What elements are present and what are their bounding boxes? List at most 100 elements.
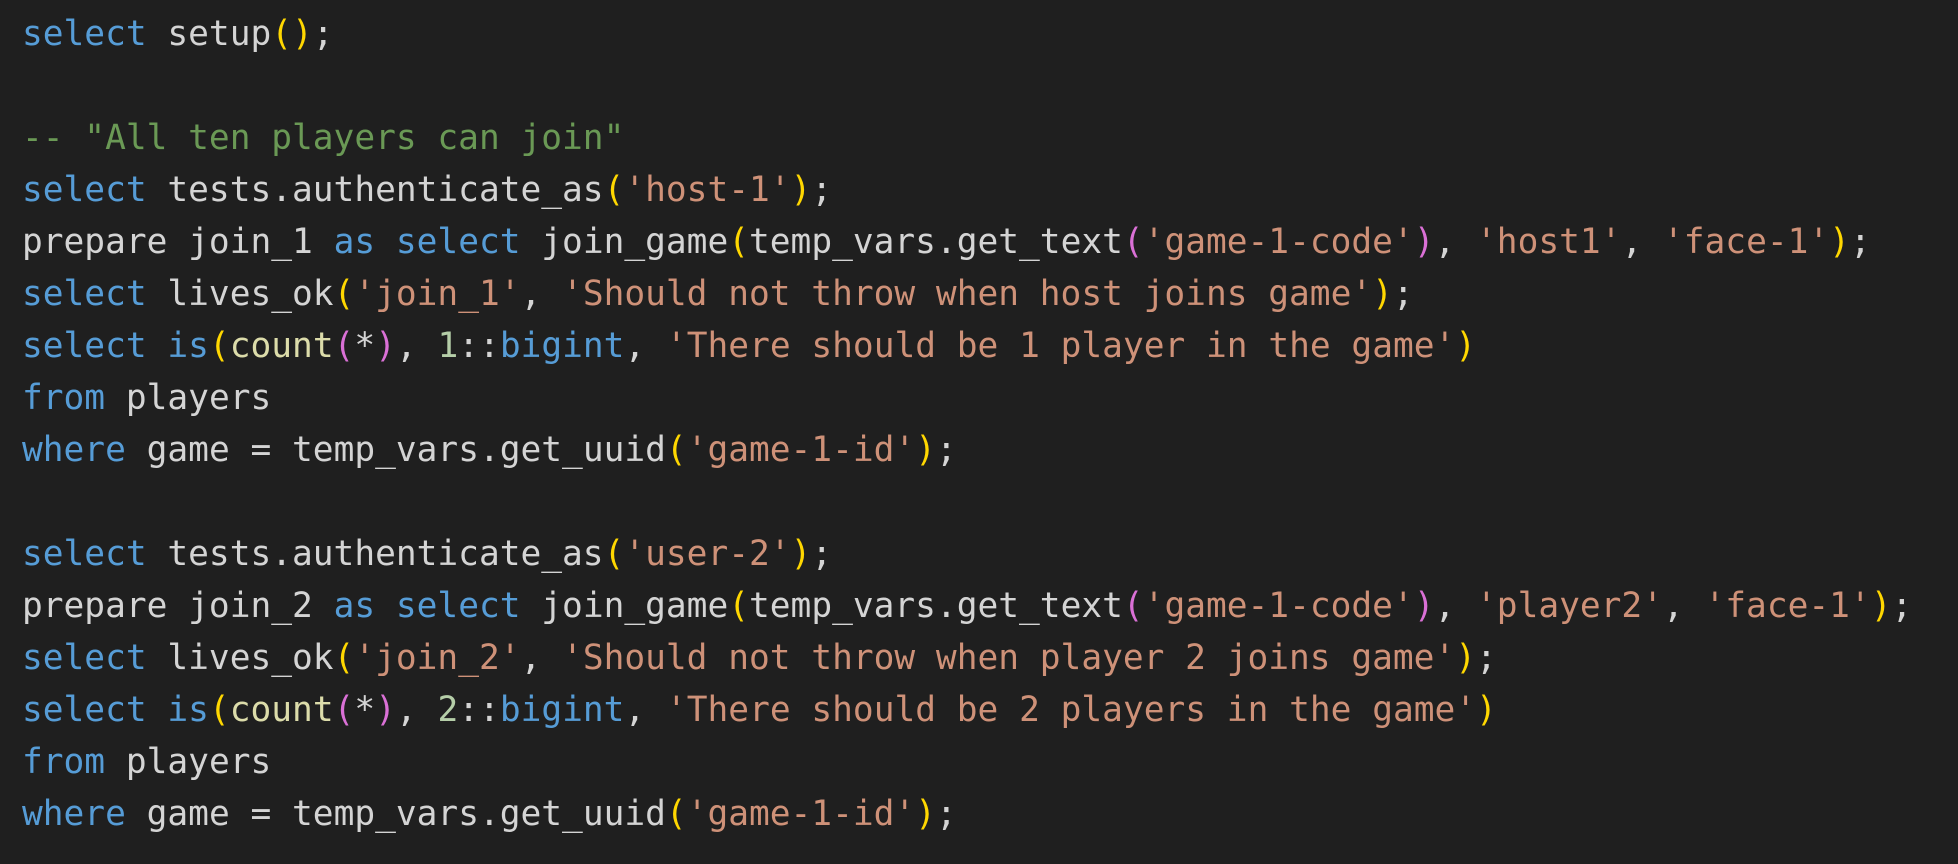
- code-token-keyword: select: [22, 170, 147, 210]
- code-token-paren1: ): [1372, 274, 1393, 314]
- code-token-plain: ;: [935, 430, 957, 470]
- code-token-plain: game = temp_vars.get_uuid: [125, 794, 666, 834]
- code-token-keyword: as: [333, 586, 376, 626]
- code-token-string: 'host1': [1476, 222, 1622, 262]
- code-token-plain: ;: [1891, 586, 1913, 626]
- code-line[interactable]: select lives_ok('join_2', 'Should not th…: [22, 632, 1958, 684]
- code-line[interactable]: select tests.authenticate_as('host-1');: [22, 164, 1958, 216]
- code-token-plain: ,: [1662, 586, 1705, 626]
- code-token-paren1: ): [790, 170, 812, 210]
- code-token-string: 'face-1': [1662, 222, 1830, 262]
- code-token-paren1: (: [603, 170, 625, 210]
- code-token-paren2: ): [1413, 586, 1435, 626]
- code-token-plain: ,: [395, 326, 438, 366]
- code-token-paren1: (: [333, 274, 355, 314]
- code-token-plain: ;: [1392, 274, 1414, 314]
- code-token-paren1: (: [665, 430, 687, 470]
- code-line[interactable]: select is(count(*), 1::bigint, 'There sh…: [22, 320, 1958, 372]
- code-token-paren2: (: [1122, 222, 1144, 262]
- code-line[interactable]: from players: [22, 372, 1958, 424]
- code-token-type: bigint: [499, 326, 625, 366]
- code-token-plain: prepare join_1: [22, 222, 334, 262]
- code-token-string: 'host-1': [624, 170, 791, 210]
- code-token-string: 'There should be 1 player in the game': [665, 326, 1456, 366]
- code-token-plain: ;: [1849, 222, 1871, 262]
- code-token-plain: ;: [811, 170, 833, 210]
- code-token-comment: -- "All ten players can join": [22, 118, 625, 158]
- code-token-plain: join_game: [520, 222, 729, 262]
- code-line[interactable]: -- "All ten players can join": [22, 112, 1958, 164]
- code-token-keyword: select: [22, 274, 147, 314]
- code-token-paren1: ): [1455, 326, 1477, 366]
- code-token-keyword: where: [22, 430, 126, 470]
- code-token-keyword: select: [22, 690, 147, 730]
- code-token-string: 'face-1': [1704, 586, 1871, 626]
- code-token-function: count: [229, 690, 334, 730]
- code-token-paren1: ): [1476, 690, 1497, 730]
- code-token-paren2: (: [1122, 586, 1144, 626]
- code-line[interactable]: select tests.authenticate_as('user-2');: [22, 528, 1958, 580]
- code-token-plain: ,: [1434, 222, 1477, 262]
- code-token-keyword: from: [22, 742, 106, 782]
- code-line[interactable]: where game = temp_vars.get_uuid('game-1-…: [22, 424, 1958, 476]
- code-line[interactable]: select lives_ok('join_1', 'Should not th…: [22, 268, 1958, 320]
- code-token-plain: ,: [520, 638, 563, 678]
- code-token-plain: players: [105, 378, 272, 418]
- code-token-function: count: [229, 326, 334, 366]
- code-token-paren1: ): [1870, 586, 1892, 626]
- code-token-paren2: (: [333, 690, 355, 730]
- code-token-paren1: (: [728, 222, 750, 262]
- code-token-plain: *: [354, 690, 376, 730]
- code-token-number: 2: [437, 690, 459, 730]
- code-token-paren1: (: [665, 794, 687, 834]
- code-token-plain: players: [105, 742, 272, 782]
- code-token-plain: ;: [935, 794, 957, 834]
- code-token-keyword: is: [167, 326, 209, 366]
- code-token-plain: ,: [395, 690, 438, 730]
- code-token-number: 1: [437, 326, 459, 366]
- code-line[interactable]: select setup();: [22, 8, 1958, 60]
- code-token-plain: ,: [1434, 586, 1477, 626]
- code-token-keyword: select: [22, 534, 147, 574]
- code-token-paren2: ): [1413, 222, 1435, 262]
- code-token-plain: setup: [146, 14, 272, 54]
- code-token-keyword: where: [22, 794, 126, 834]
- code-token-plain: ::: [458, 690, 500, 730]
- code-token-keyword: as: [333, 222, 376, 262]
- code-token-paren1: (: [208, 690, 230, 730]
- code-token-string: 'game-1-id': [686, 794, 916, 834]
- code-line[interactable]: ​: [22, 476, 1958, 528]
- code-token-paren1: ): [915, 430, 936, 470]
- code-token-string: 'game-1-code': [1143, 222, 1414, 262]
- code-token-plain: temp_vars.get_text: [749, 586, 1123, 626]
- code-line[interactable]: from players: [22, 736, 1958, 788]
- code-token-paren2: (: [333, 326, 355, 366]
- code-token-string: 'There should be 2 players in the game': [665, 690, 1477, 730]
- code-token-plain: ,: [520, 274, 563, 314]
- code-token-plain: lives_ok: [146, 274, 334, 314]
- code-token-keyword: select: [22, 326, 147, 366]
- code-token-plain: *: [354, 326, 376, 366]
- code-token-plain: prepare join_2: [22, 586, 334, 626]
- code-line[interactable]: prepare join_2 as select join_game(temp_…: [22, 580, 1958, 632]
- code-token-plain: game = temp_vars.get_uuid: [125, 430, 666, 470]
- code-token-plain: ::: [458, 326, 500, 366]
- code-line[interactable]: ​: [22, 60, 1958, 112]
- code-line[interactable]: where game = temp_vars.get_uuid('game-1-…: [22, 788, 1958, 840]
- code-token-paren1: (: [728, 586, 750, 626]
- code-token-paren1: ): [1455, 638, 1476, 678]
- code-editor[interactable]: select setup();​-- "All ten players can …: [0, 0, 1958, 864]
- code-token-plain: tests.authenticate_as: [146, 170, 604, 210]
- code-line[interactable]: prepare join_1 as select join_game(temp_…: [22, 216, 1958, 268]
- code-line[interactable]: select is(count(*), 2::bigint, 'There sh…: [22, 684, 1958, 736]
- code-token-keyword: select: [395, 222, 521, 262]
- code-token-plain: temp_vars.get_text: [749, 222, 1123, 262]
- code-token-string: 'join_1': [354, 274, 521, 314]
- code-token-plain: tests.authenticate_as: [146, 534, 604, 574]
- code-token-string: 'game-1-code': [1143, 586, 1414, 626]
- code-token-paren1: ): [1829, 222, 1850, 262]
- code-token-type: bigint: [499, 690, 625, 730]
